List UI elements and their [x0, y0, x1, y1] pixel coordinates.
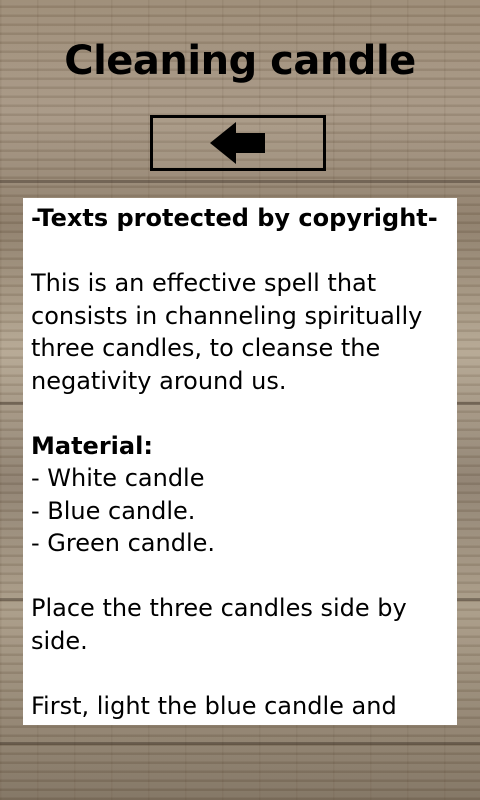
copyright-notice: -Texts protected by copyright- — [31, 204, 438, 232]
wood-grain — [0, 742, 480, 745]
material-heading: Material: — [31, 431, 153, 460]
step-paragraph: Place the three candles side by side. — [31, 594, 407, 655]
material-item: - White candle — [31, 464, 205, 492]
material-item: - Green candle. — [31, 529, 216, 557]
material-item: - Blue candle. — [31, 496, 196, 525]
intro-paragraph: This is an effective spell that consists… — [31, 269, 423, 395]
spell-text-panel[interactable]: -Texts protected by copyright- This is a… — [23, 198, 457, 725]
back-button[interactable] — [150, 115, 326, 171]
step-paragraph: First, light the blue candle and — [31, 691, 397, 720]
wood-grain — [0, 180, 480, 183]
page-title: Cleaning candle — [64, 38, 416, 84]
arrow-left-icon — [210, 122, 265, 164]
